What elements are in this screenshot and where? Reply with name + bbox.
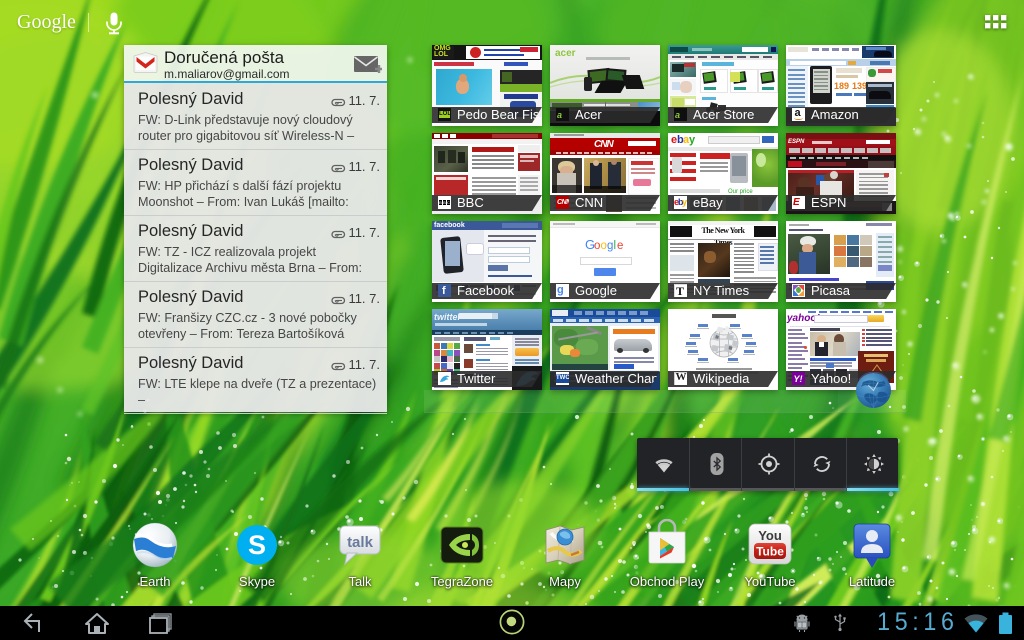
svg-text:Tube: Tube [756,545,784,559]
svg-text:talk: talk [347,534,374,551]
svg-text:You: You [758,528,782,543]
svg-text:S: S [248,530,266,560]
